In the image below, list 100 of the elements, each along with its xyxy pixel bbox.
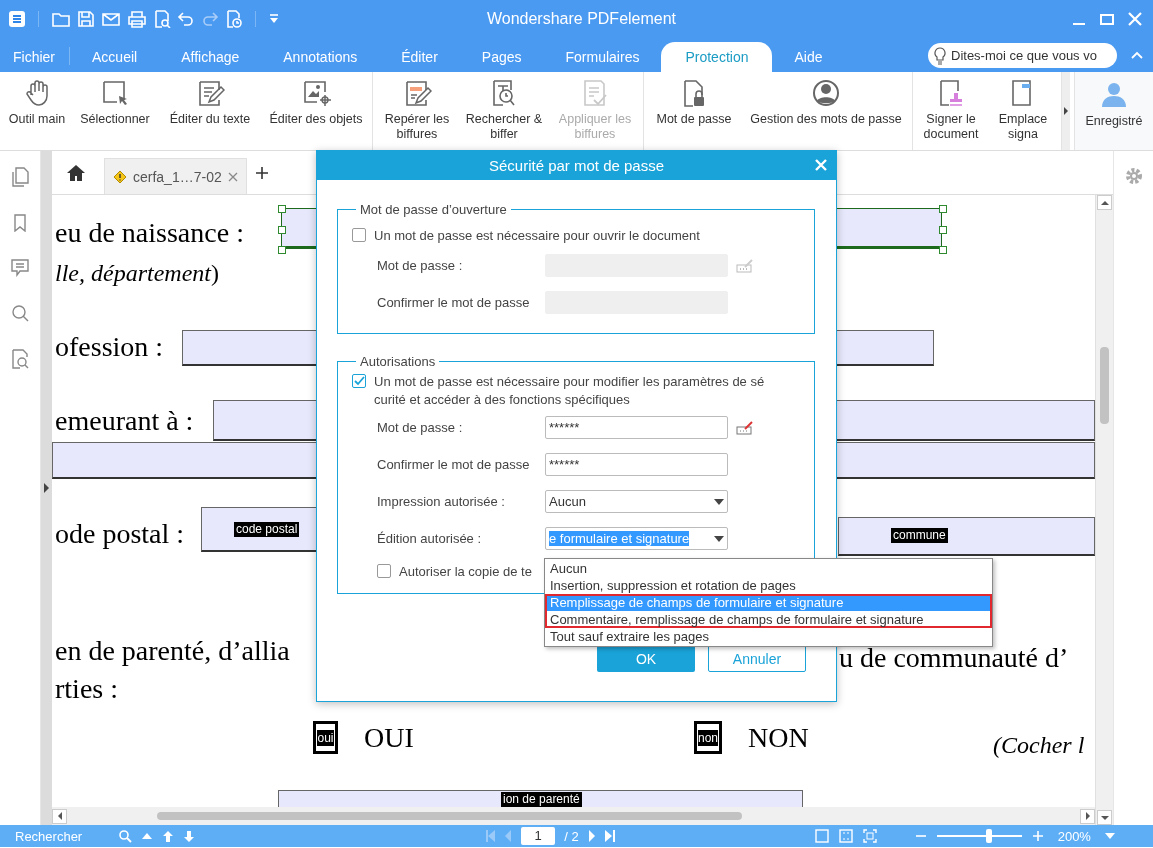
dropdown-option[interactable]: Insertion, suppression et rotation de pages [545,577,992,594]
group-title: Mot de passe d’ouverture [359,202,508,217]
choice-field[interactable]: oui [313,721,338,754]
ribbon-button[interactable]: Éditer des objets [262,72,370,150]
undo-icon[interactable] [177,9,195,28]
ribbon-button[interactable]: Sélectionner [72,72,158,150]
settings-icon[interactable] [1124,167,1143,185]
scroll-right-icon[interactable] [1084,812,1091,820]
slider-thumb[interactable] [986,829,993,843]
collapse-icon[interactable] [1131,51,1143,59]
page-number-field[interactable]: 1 [521,827,556,845]
dropdown-option[interactable]: Commentaire, remplissage de champs de formulaire et signature [545,611,992,628]
fit-width-icon[interactable] [862,829,877,843]
field-label: commune [891,528,948,543]
form-field[interactable]: commune [838,517,1095,556]
next-page-icon[interactable] [587,830,596,842]
dropdown-option[interactable]: Tout sauf extraire les pages [545,628,992,645]
lightbulb-icon [933,46,947,65]
dropdown-menu[interactable]: Aucun Insertion, suppression et rotation de pages Remplissage de champs de formulaire et signature Commentaire, remplissage de champs de formulaire et signature Tout sauf extraire les pages [544,558,993,647]
more-icon[interactable] [1063,106,1069,116]
window-title: Wondershare PDFelement [486,9,677,28]
close-icon[interactable] [1127,10,1143,27]
tool-icon [301,78,331,108]
preview-icon[interactable] [153,9,171,28]
zoom-menu-icon[interactable] [1104,833,1115,839]
checkbox[interactable] [352,374,366,388]
close-tab-icon[interactable] [227,171,238,182]
arrow-down-icon[interactable] [183,830,196,842]
check-icon [353,375,365,387]
ribbon-button[interactable]: Gestion des mots de passe [742,72,910,150]
field-label: Mot de passe : [377,258,464,273]
dropdown-caret-icon [714,535,724,542]
last-page-icon[interactable] [604,830,615,842]
document-text: eu de naissance : [55,217,244,249]
pages-icon[interactable] [11,167,29,187]
scroll-down-icon[interactable] [1100,814,1109,821]
document-tab[interactable]: cerfa_1…7-02 [104,158,247,194]
checkbox[interactable] [352,228,366,242]
dropdown-caret-icon [714,498,724,505]
dropdown-field[interactable]: Aucun [545,490,728,513]
ribbon-button[interactable]: Outil main [2,72,72,150]
warning-icon [113,169,127,184]
close-icon[interactable] [814,158,828,172]
ribbon-button[interactable]: Emplace signa [987,72,1059,150]
ribbon-button[interactable]: Mot de passe [646,72,742,150]
form-field[interactable]: ion de parenté [278,790,803,807]
fit-page-icon[interactable] [838,829,853,843]
redo-icon[interactable] [201,9,219,28]
document-text: lle, département) [55,259,219,288]
document-text: emeurant à : [55,405,194,437]
document-text: (Cocher l [993,731,1085,760]
password-field[interactable]: ****** [545,416,728,439]
search-icon[interactable] [119,829,133,843]
field-label: Mot de passe : [377,420,464,435]
save-icon[interactable] [77,9,95,28]
group-title: Autorisations [359,354,437,369]
document-text: ode postal : [55,518,185,550]
person-icon [1100,80,1128,108]
dropdown-option[interactable]: Aucun [545,560,992,577]
password-field[interactable]: ****** [545,453,728,476]
document-text: en de parenté, d’allia [55,635,290,667]
find-in-document-icon[interactable] [11,349,29,369]
tool-icon [100,78,130,108]
search-icon[interactable] [11,304,29,322]
checkbox-label: Un mot de passe est nécessaire pour ouvrir le document [374,227,701,245]
field-label: code postal [234,522,300,537]
expand-panel-icon[interactable] [43,482,50,494]
print-icon[interactable] [127,9,147,28]
new-tab-icon[interactable] [254,165,269,180]
checkbox-label: Un mot de passe est nécessaire pour modifier les paramètres de sécurité et accéder à des fonctions spécifiques [374,373,766,409]
field-label: ion de parenté [501,792,582,807]
account-button[interactable]: Enregistré [1074,72,1153,150]
scrollbar-thumb[interactable] [157,812,742,820]
document-text: ofession : [55,331,164,363]
comment-icon[interactable] [11,259,29,277]
tell-me-field[interactable]: Dites-moi ce que vous vo [928,43,1117,68]
ribbon-button[interactable]: Signer le document [915,72,987,150]
ribbon-button[interactable]: Repérer les biffures [375,72,459,150]
home-icon[interactable] [66,163,86,182]
arrow-up-icon[interactable] [162,830,175,842]
zoom-in-icon[interactable] [1031,830,1044,842]
checkbox[interactable] [377,564,391,578]
checkbox-label: Autoriser la copie de te [399,563,532,581]
field-label: Édition autorisée : [377,531,483,546]
single-page-icon[interactable] [814,829,829,843]
choice-field[interactable]: non [694,721,722,754]
document-text: OUI [364,722,414,754]
bookmark-icon[interactable] [13,214,27,232]
previous-result-icon[interactable] [141,832,154,840]
history-icon[interactable] [225,9,243,28]
field-label: Confirmer le mot de passe [377,295,531,310]
scroll-left-icon[interactable] [56,812,63,820]
page-total: / 2 [564,828,579,844]
scroll-up-icon[interactable] [1100,199,1109,206]
ribbon-button[interactable]: Éditer du texte [158,72,262,150]
tool-icon [811,78,841,108]
ribbon-button[interactable]: Rechercher & biffer [459,72,549,150]
app-menu-icon[interactable] [8,9,26,28]
scrollbar-thumb[interactable] [1100,346,1109,424]
key-pencil-icon[interactable] [736,420,754,435]
